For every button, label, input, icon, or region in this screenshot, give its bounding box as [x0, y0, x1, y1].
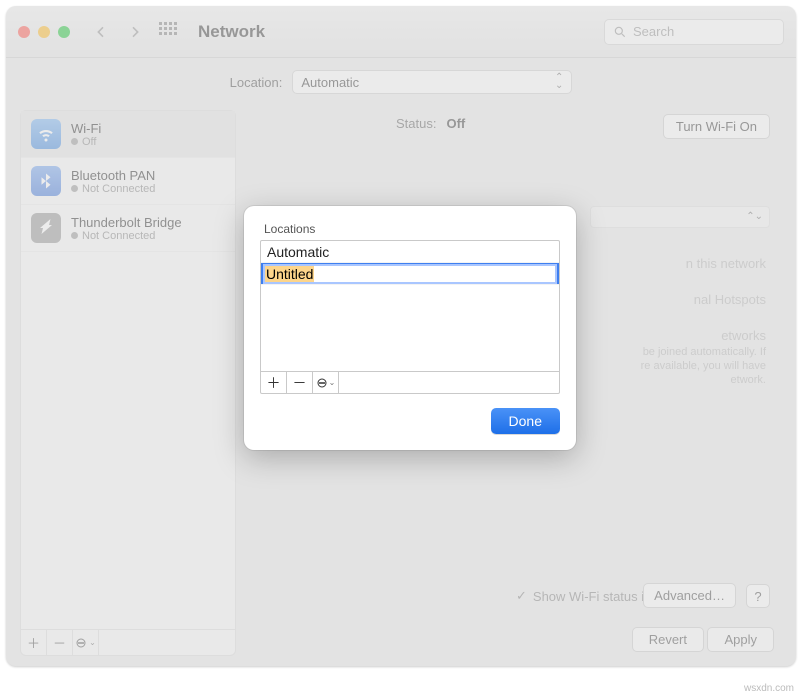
chevron-down-icon: ⌄: [329, 379, 336, 387]
location-options-button[interactable]: ⌄: [313, 372, 339, 394]
chevron-updown-icon: ⌃⌄: [555, 74, 563, 90]
ghost-text: nal Hotspots: [694, 292, 766, 307]
sidebar-item-label: Thunderbolt Bridge: [71, 215, 182, 230]
sidebar-item-bluetooth-pan[interactable]: Bluetooth PAN Not Connected: [21, 158, 235, 205]
bluetooth-icon: [31, 166, 61, 196]
zoom-icon[interactable]: [58, 26, 70, 38]
watermark: wsxdn.com: [744, 683, 794, 694]
check-icon: ✓: [516, 588, 527, 604]
help-button[interactable]: ?: [746, 584, 770, 608]
show-all-button[interactable]: [156, 19, 182, 45]
interface-options-button[interactable]: ⌄: [73, 630, 99, 656]
thunderbolt-icon: [31, 213, 61, 243]
sidebar-item-label: Bluetooth PAN: [71, 168, 155, 183]
add-interface-button[interactable]: ＋: [21, 630, 47, 656]
close-icon[interactable]: [18, 26, 30, 38]
sidebar-item-label: Wi-Fi: [71, 121, 101, 136]
search-icon: [613, 25, 627, 39]
locations-dialog: Locations Automatic Untitled ＋ － ⌄ Done: [244, 206, 576, 450]
done-button[interactable]: Done: [491, 408, 560, 434]
status-dot-icon: [71, 232, 78, 239]
sidebar-item-status: Not Connected: [82, 183, 155, 195]
location-select[interactable]: Automatic ⌃⌄: [292, 70, 572, 94]
search-input[interactable]: Search: [604, 19, 784, 45]
remove-interface-button[interactable]: －: [47, 630, 73, 656]
sidebar-item-wifi[interactable]: Wi-Fi Off: [21, 111, 235, 158]
locations-toolbar: ＋ － ⌄: [261, 371, 559, 393]
apply-button[interactable]: Apply: [707, 627, 774, 652]
back-button[interactable]: [88, 19, 114, 45]
ghost-text: etworks: [721, 328, 766, 343]
ghost-text: be joined automatically. If: [643, 346, 766, 358]
status-label: Status:: [396, 116, 436, 131]
add-location-button[interactable]: ＋: [261, 372, 287, 394]
location-value: Automatic: [301, 75, 359, 90]
ghost-text: n this network: [686, 256, 766, 271]
status-value: Off: [446, 116, 465, 131]
ghost-text: re available, you will have: [641, 360, 766, 372]
wifi-icon: [31, 119, 61, 149]
grid-icon: [159, 22, 179, 42]
remove-location-button[interactable]: －: [287, 372, 313, 394]
sidebar-footer: ＋ － ⌄: [21, 629, 235, 655]
minimize-icon[interactable]: [38, 26, 50, 38]
sidebar-item-status: Not Connected: [82, 230, 155, 242]
forward-button[interactable]: [122, 19, 148, 45]
sidebar-item-status: Off: [82, 136, 96, 148]
titlebar: Network Search: [6, 6, 796, 58]
network-name-select[interactable]: ⌃⌄: [590, 206, 770, 228]
turn-wifi-on-button[interactable]: Turn Wi-Fi On: [663, 114, 770, 139]
location-label: Location:: [230, 75, 283, 90]
advanced-button[interactable]: Advanced…: [643, 583, 736, 608]
location-name-value: Untitled: [265, 266, 314, 282]
locations-list: Automatic Untitled ＋ － ⌄: [260, 240, 560, 394]
status-dot-icon: [71, 138, 78, 145]
location-row: Location: Automatic ⌃⌄: [6, 58, 796, 106]
window-title: Network: [198, 22, 265, 42]
locations-title: Locations: [264, 222, 560, 236]
ghost-text: etwork.: [731, 374, 766, 386]
location-name-input[interactable]: Untitled: [263, 264, 557, 284]
chevron-down-icon: ⌄: [89, 639, 96, 647]
revert-button[interactable]: Revert: [632, 627, 704, 652]
sidebar-item-thunderbolt[interactable]: Thunderbolt Bridge Not Connected: [21, 205, 235, 252]
chevron-updown-icon: ⌃⌄: [746, 213, 763, 221]
interfaces-sidebar: Wi-Fi Off Bluetooth PAN Not Connected: [20, 110, 236, 656]
window-controls: [18, 26, 70, 38]
status-dot-icon: [71, 185, 78, 192]
location-row-automatic[interactable]: Automatic: [261, 241, 559, 263]
location-row-untitled[interactable]: Untitled: [261, 263, 559, 285]
search-placeholder: Search: [633, 24, 674, 39]
